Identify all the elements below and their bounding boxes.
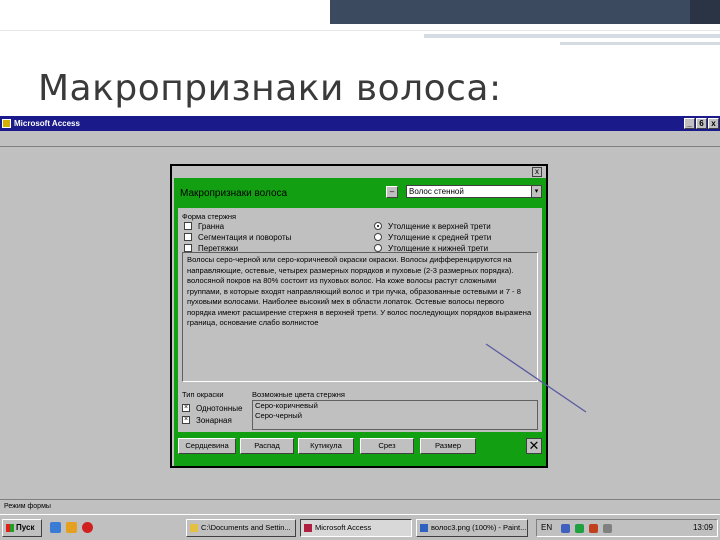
thickening-radio-row[interactable]: Утолщение к средней трети: [374, 232, 492, 243]
form-body: Макропризнаки волоса – Волос стенной ▾ Ф…: [174, 178, 546, 466]
checkbox-label: Гранна: [198, 222, 225, 231]
shape-checkbox-row[interactable]: Сегментация и повороты: [184, 232, 292, 243]
radio-button[interactable]: [374, 221, 382, 230]
form-title-strip: x: [172, 166, 546, 178]
app-title: Microsoft Access: [14, 119, 80, 128]
access-icon: [304, 524, 312, 532]
status-bar: Режим формы: [0, 499, 720, 512]
close-button[interactable]: x: [708, 118, 719, 129]
taskbar-item-paint[interactable]: волос3.png (100%) - Paint...: [416, 519, 528, 537]
antivirus-icon[interactable]: [575, 524, 584, 533]
breakdown-button[interactable]: Распад: [240, 438, 294, 454]
taskbar-item-access[interactable]: Microsoft Access: [300, 519, 412, 537]
folder-icon: [190, 524, 198, 532]
form-title: Макропризнаки волоса: [180, 188, 288, 199]
form-minimize-button[interactable]: –: [386, 186, 398, 198]
access-key-icon: [2, 119, 11, 128]
checkbox-label: Однотонные: [196, 404, 243, 413]
list-item[interactable]: Серо-коричневый: [255, 401, 537, 411]
checkbox-label: Зонарная: [196, 416, 232, 425]
shape-checkbox-row[interactable]: Гранна: [184, 221, 225, 232]
slide-decor-line: [560, 42, 720, 45]
chevron-down-icon[interactable]: ▾: [531, 186, 541, 197]
checkbox[interactable]: [184, 221, 192, 230]
radio-button[interactable]: [374, 243, 382, 252]
section-button[interactable]: Срез: [360, 438, 414, 454]
taskbar-item-label: C:\Documents and Settin...: [201, 523, 291, 532]
menu-bar: [0, 131, 720, 147]
network-icon[interactable]: [561, 524, 570, 533]
security-icon[interactable]: [589, 524, 598, 533]
radio-label: Утолщение к средней трети: [388, 233, 492, 242]
thickening-radio-row[interactable]: Утолщение к верхней трети: [374, 221, 491, 232]
radio-label: Утолщение к верхней трети: [388, 222, 491, 231]
description-textbox[interactable]: Волосы серо-черной или серо-коричневой о…: [182, 252, 538, 382]
hair-features-form: x Макропризнаки волоса – Волос стенной ▾…: [170, 164, 548, 468]
minimize-button[interactable]: _: [684, 118, 695, 129]
checkbox-label: Сегментация и повороты: [198, 233, 292, 242]
taskbar-item-label: Microsoft Access: [315, 523, 372, 532]
taskbar-item-label: волос3.png (100%) - Paint...: [431, 523, 527, 532]
taskbar-item-explorer[interactable]: C:\Documents and Settin...: [186, 519, 296, 537]
size-button[interactable]: Размер: [420, 438, 476, 454]
browser-icon[interactable]: [66, 522, 77, 533]
volume-icon[interactable]: [603, 524, 612, 533]
coloring-checkbox-row[interactable]: × Зонарная: [182, 415, 232, 426]
slide-header-accent: [330, 0, 720, 24]
list-item[interactable]: Серо-черный: [255, 411, 537, 421]
checkbox[interactable]: [184, 243, 192, 252]
radio-button[interactable]: [374, 232, 382, 241]
coloring-type-label: Тип окраски: [182, 390, 224, 399]
slide-header-divider: [0, 30, 720, 31]
features-panel: Форма стержня Гранна Сегментация и повор…: [178, 208, 542, 432]
clock: 13:09: [692, 523, 713, 532]
taskbar: Пуск C:\Documents and Settin... Microsof…: [0, 514, 720, 540]
checkbox-checked[interactable]: ×: [182, 415, 190, 424]
coloring-checkbox-row[interactable]: × Однотонные: [182, 403, 243, 414]
restore-button[interactable]: 6: [696, 118, 707, 129]
form-button-row: Сердцевина Распад Кутикула Срез Размер ✕: [178, 436, 542, 458]
checkbox-checked[interactable]: ×: [182, 403, 190, 412]
opera-icon[interactable]: [82, 522, 93, 533]
start-button[interactable]: Пуск: [2, 519, 42, 537]
shaft-colors-list[interactable]: Серо-коричневый Серо-черный: [252, 400, 538, 430]
medulla-button[interactable]: Сердцевина: [178, 438, 236, 454]
windows-logo-icon: [6, 524, 14, 532]
shaft-shape-label: Форма стержня: [182, 212, 237, 221]
checkbox[interactable]: [184, 232, 192, 241]
slide-title: Макропризнаки волоса:: [38, 68, 502, 109]
species-combo-value: Волос стенной: [409, 187, 464, 196]
app-titlebar: Microsoft Access _ 6 x: [0, 116, 720, 131]
desktop-icon[interactable]: [50, 522, 61, 533]
start-label: Пуск: [16, 523, 35, 532]
language-indicator[interactable]: EN: [541, 520, 552, 536]
slide-decor-line: [424, 34, 720, 38]
exit-form-button[interactable]: ✕: [526, 438, 542, 454]
access-window: Microsoft Access _ 6 x x Макропризнаки в…: [0, 116, 720, 540]
system-tray: EN 13:09: [536, 519, 718, 537]
shaft-colors-label: Возможные цвета стержня: [252, 390, 345, 399]
form-close-button[interactable]: x: [532, 167, 542, 177]
slide-header-accent-dark: [690, 0, 720, 24]
cuticle-button[interactable]: Кутикула: [298, 438, 354, 454]
species-combo[interactable]: Волос стенной ▾: [406, 185, 542, 198]
paint-icon: [420, 524, 428, 532]
